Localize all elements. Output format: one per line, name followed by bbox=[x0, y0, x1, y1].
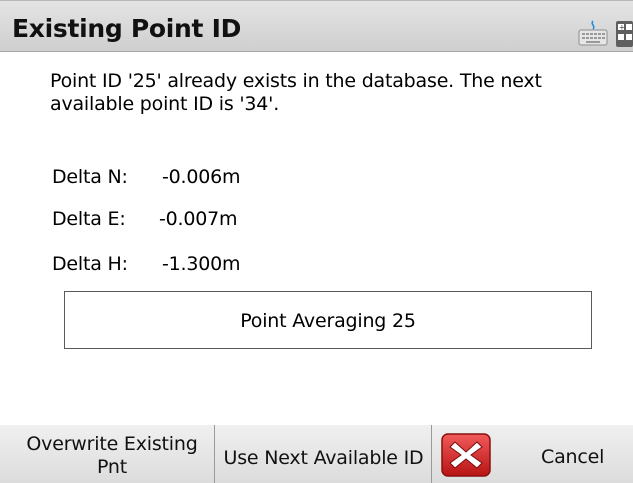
delta-e-label: Delta E: bbox=[52, 208, 126, 230]
cancel-x-icon bbox=[441, 433, 491, 483]
title-bar: Existing Point ID + bbox=[0, 0, 633, 52]
overwrite-label-line2: Pnt bbox=[96, 456, 127, 478]
existing-point-message: Point ID '25' already exists in the data… bbox=[50, 70, 542, 115]
calculator-icon[interactable]: + bbox=[616, 21, 633, 51]
delta-h-label: Delta H: bbox=[52, 253, 128, 275]
cancel-label: Cancel bbox=[541, 446, 605, 468]
delta-e-value: -0.007m bbox=[159, 208, 238, 230]
keyboard-icon[interactable] bbox=[578, 19, 608, 51]
delta-n-label: Delta N: bbox=[52, 166, 128, 188]
use-next-label: Use Next Available ID bbox=[223, 446, 424, 469]
svg-text:+: + bbox=[619, 24, 625, 32]
use-next-available-id-button[interactable]: Use Next Available ID bbox=[216, 425, 432, 483]
delta-n-value: -0.006m bbox=[162, 166, 241, 188]
overwrite-label-line1: Overwrite Existing bbox=[26, 433, 198, 455]
delta-h-value: -1.300m bbox=[162, 253, 241, 275]
cancel-button[interactable]: Cancel bbox=[433, 425, 633, 483]
action-bar: Overwrite Existing Pnt Use Next Availabl… bbox=[0, 425, 633, 483]
point-averaging-button[interactable]: Point Averaging 25 bbox=[64, 291, 592, 349]
dialog-title: Existing Point ID bbox=[12, 14, 242, 43]
overwrite-existing-button[interactable]: Overwrite Existing Pnt bbox=[10, 425, 215, 483]
